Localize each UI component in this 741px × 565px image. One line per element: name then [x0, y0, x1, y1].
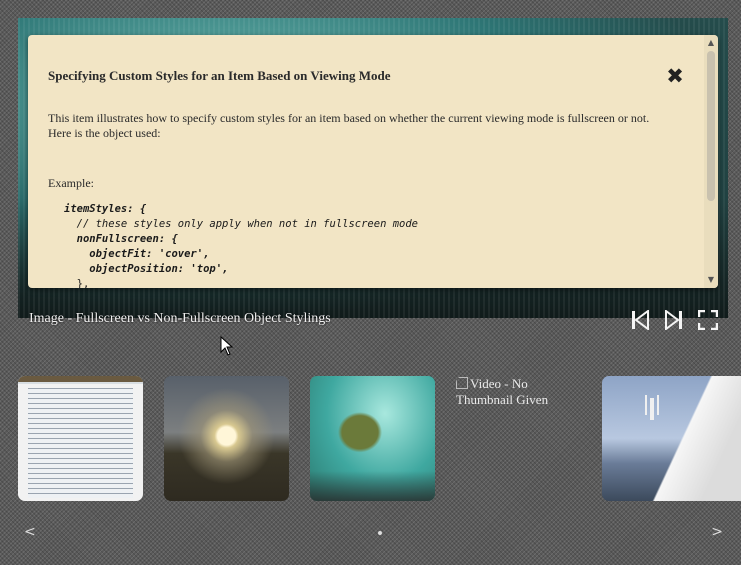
code-block: itemStyles: { // these styles only apply…: [64, 202, 418, 288]
image-caption: Image - Fullscreen vs Non-Fullscreen Obj…: [29, 311, 331, 326]
popup-title: Specifying Custom Styles for an Item Bas…: [48, 68, 391, 83]
scroll-thumb[interactable]: [707, 51, 715, 201]
chevron-left-icon[interactable]: <: [24, 524, 36, 540]
broken-image-icon: [456, 377, 468, 389]
video-thumbnail[interactable]: Video - No Thumbnail Given: [456, 376, 581, 501]
pagination-dot[interactable]: [378, 531, 382, 535]
skip-next-icon[interactable]: [663, 308, 685, 332]
viewer-controls: [629, 308, 719, 332]
fullscreen-icon[interactable]: [697, 308, 719, 332]
item-info-popup: Specifying Custom Styles for an Item Bas…: [28, 35, 718, 288]
scroll-down-icon[interactable]: ▼: [704, 274, 718, 286]
close-icon[interactable]: ✖: [664, 65, 686, 87]
scroll-up-icon[interactable]: ▲: [704, 37, 718, 49]
document-screenshot-thumbnail[interactable]: [18, 376, 143, 501]
chevron-right-icon[interactable]: >: [711, 524, 723, 540]
cliff-jump-thumbnail[interactable]: [602, 376, 741, 501]
popup-description: This item illustrates how to specify cus…: [48, 111, 650, 140]
sunset-thumbnail[interactable]: [164, 376, 289, 501]
code-line: objectFit: 'cover',: [64, 248, 210, 260]
sea-turtle-thumbnail[interactable]: [310, 376, 435, 501]
code-line: // these styles only apply when not in f…: [64, 218, 419, 230]
skip-previous-icon[interactable]: [629, 308, 651, 332]
thumbnail-strip: Video - No Thumbnail Given: [18, 376, 741, 502]
popup-scrollbar[interactable]: ▲ ▼: [704, 35, 718, 288]
code-line: nonFullscreen: {: [64, 233, 178, 245]
code-line: objectPosition: 'top',: [64, 263, 229, 275]
video-thumbnail-alt: Video - No Thumbnail Given: [456, 376, 549, 407]
mouse-cursor-icon: [220, 335, 234, 361]
code-line: itemStyles: {: [64, 203, 147, 215]
example-label: Example:: [48, 176, 94, 190]
code-line: },: [64, 278, 90, 288]
